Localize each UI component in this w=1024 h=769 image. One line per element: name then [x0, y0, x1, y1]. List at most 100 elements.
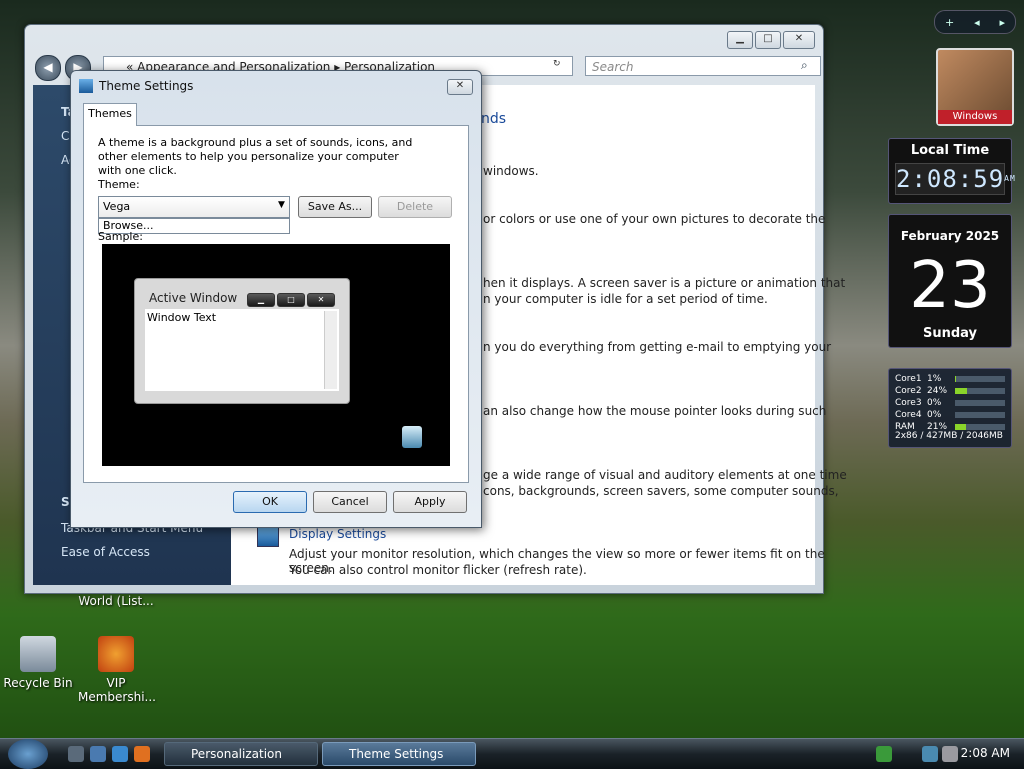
- tray-clock[interactable]: 2:08 AM: [961, 746, 1010, 760]
- cpu-bar: [955, 412, 1005, 418]
- cpu-bar-fill: [955, 376, 956, 382]
- calendar-gadget[interactable]: February 2025 23 Sunday: [888, 214, 1012, 348]
- desktop-icon-label: VIP Membershi...: [78, 676, 156, 704]
- chevron-down-icon[interactable]: ▼: [278, 200, 285, 210]
- page-heading: nds: [481, 111, 507, 127]
- taskbar-button-theme-settings[interactable]: Theme Settings: [322, 742, 476, 766]
- dialog-title: Theme Settings: [99, 79, 194, 93]
- calendar-month: February 2025: [900, 229, 1000, 243]
- sidebar-item-ease-of-access[interactable]: Ease of Access: [61, 545, 150, 559]
- next-icon[interactable]: ▸: [1000, 16, 1006, 29]
- preview-minimize-icon: ▁: [247, 293, 275, 307]
- cpu-name: Core2: [895, 386, 922, 396]
- cpu-bar-fill: [955, 388, 967, 394]
- ok-button[interactable]: OK: [233, 491, 307, 513]
- preview-window-title: Active Window: [149, 291, 238, 305]
- display-settings-link[interactable]: Display Settings: [289, 527, 386, 541]
- preview-client-area: Window Text: [145, 309, 339, 391]
- start-button[interactable]: [8, 739, 48, 769]
- firefox-icon[interactable]: [134, 746, 150, 762]
- content-text: ge a wide range of visual and auditory e…: [483, 468, 847, 482]
- theme-label: Theme:: [98, 178, 140, 191]
- calendar-weekday: Sunday: [922, 326, 978, 341]
- clock-gadget[interactable]: Local Time 2:08:59AM: [888, 138, 1015, 204]
- close-button[interactable]: ✕: [783, 31, 815, 49]
- back-button[interactable]: ◀: [35, 55, 61, 81]
- taskbar: Personalization Theme Settings 2:08 AM: [0, 738, 1024, 769]
- content-text: cons, backgrounds, screen savers, some c…: [483, 484, 839, 498]
- cpu-name: Core3: [895, 398, 922, 408]
- cpu-bar: [955, 388, 1005, 394]
- sample-label: Sample:: [98, 230, 143, 243]
- taskbar-button-personalization[interactable]: Personalization: [164, 742, 318, 766]
- cpu-pct: 0%: [927, 398, 942, 408]
- cpu-bar: [955, 400, 1005, 406]
- clock-time: 2:08:59AM: [895, 163, 1015, 195]
- themes-panel: A theme is a background plus a set of so…: [83, 125, 469, 483]
- search-input[interactable]: Search: [585, 56, 821, 76]
- dialog-close-button[interactable]: ✕: [447, 79, 473, 95]
- theme-settings-icon: [79, 79, 93, 93]
- search-icon[interactable]: ⌕: [801, 58, 808, 73]
- refresh-icon[interactable]: ↻: [553, 59, 561, 69]
- clock-ampm: AM: [1004, 174, 1016, 183]
- caption-buttons: ▁ □ ✕: [727, 31, 815, 49]
- task-label: Theme Settings: [349, 747, 444, 761]
- firefox-document-icon: [98, 636, 134, 672]
- cpu-pct: 1%: [927, 374, 942, 384]
- save-as-button[interactable]: Save As...: [298, 196, 372, 218]
- delete-button[interactable]: Delete: [378, 196, 452, 218]
- cpu-row: Core3 0%: [895, 397, 1007, 409]
- tab-themes[interactable]: Themes: [83, 103, 137, 126]
- cpu-meter-gadget[interactable]: Core1 1% Core2 24% Core3 0% Core4 0% RAM 21% …: [888, 368, 1012, 448]
- cpu-name: Core1: [895, 374, 922, 384]
- show-desktop-icon[interactable]: [68, 746, 84, 762]
- maximize-button[interactable]: □: [755, 31, 781, 49]
- cpu-bar: [955, 424, 1005, 430]
- preview-scrollbar: [324, 311, 337, 389]
- cancel-button[interactable]: Cancel: [313, 491, 387, 513]
- sidebar-controls: + ◂ ▸: [934, 10, 1016, 34]
- desktop-icon-recycle-bin[interactable]: Recycle Bin: [0, 636, 76, 690]
- cpu-bar-fill: [955, 424, 966, 430]
- theme-description: A theme is a background plus a set of so…: [98, 136, 413, 177]
- preview-maximize-icon: □: [277, 293, 305, 307]
- display-tray-icon[interactable]: [922, 746, 938, 762]
- switch-windows-icon[interactable]: [90, 746, 106, 762]
- desktop-icon-label: World (List...: [78, 594, 154, 608]
- preview-window-text: Window Text: [147, 311, 217, 324]
- calendar-day: 23: [909, 249, 991, 323]
- cpu-pct: 24%: [927, 386, 948, 396]
- picture-gadget-label: Windows: [938, 110, 1012, 124]
- display-settings-icon: [257, 527, 279, 547]
- clock-title: Local Time: [910, 143, 990, 158]
- cpu-bar: [955, 376, 1005, 382]
- internet-explorer-icon[interactable]: [112, 746, 128, 762]
- theme-settings-dialog: Theme Settings ✕ Themes A theme is a bac…: [70, 70, 482, 528]
- cpu-row: Core4 0%: [895, 409, 1007, 421]
- picture-gadget[interactable]: Windows: [936, 48, 1014, 126]
- desktop-icon-world[interactable]: World (List...: [78, 594, 154, 608]
- desktop-icon-label: Recycle Bin: [3, 676, 73, 690]
- cpu-name: Core4: [895, 410, 922, 420]
- desktop-icon-vip[interactable]: VIP Membershi...: [78, 636, 156, 704]
- display-settings-desc: You can also control monitor flicker (re…: [289, 563, 587, 577]
- theme-select[interactable]: Vega: [98, 196, 290, 218]
- minimize-button[interactable]: ▁: [727, 31, 753, 49]
- preview-close-icon: ✕: [307, 293, 335, 307]
- memory-readout: 2x86 / 427MB / 2046MB: [895, 431, 1003, 441]
- network-icon[interactable]: [876, 746, 892, 762]
- recycle-bin-icon: [20, 636, 56, 672]
- cpu-row: Core2 24%: [895, 385, 1007, 397]
- previous-icon[interactable]: ◂: [974, 16, 980, 29]
- cpu-row: Core1 1%: [895, 373, 1007, 385]
- cpu-pct: 0%: [927, 410, 942, 420]
- recycle-bin-preview-icon: [402, 426, 422, 448]
- preview-window: Active Window ▁ □ ✕ Window Text: [134, 278, 350, 404]
- apply-button[interactable]: Apply: [393, 491, 467, 513]
- volume-icon[interactable]: [942, 746, 958, 762]
- theme-preview: Active Window ▁ □ ✕ Window Text: [102, 244, 450, 466]
- task-label: Personalization: [191, 747, 282, 761]
- clock-time-value: 2:08:59: [896, 165, 1005, 193]
- add-gadget-icon[interactable]: +: [945, 16, 954, 29]
